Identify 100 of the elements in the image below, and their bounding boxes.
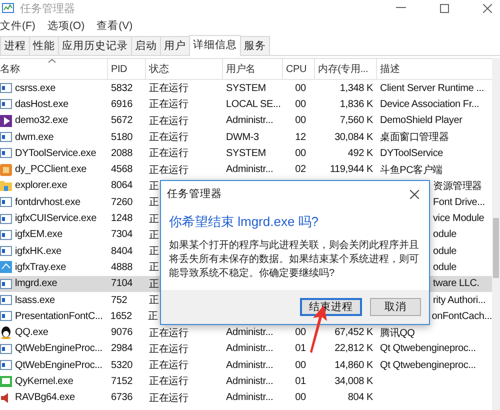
cpu-cell: 00 <box>295 360 306 371</box>
window-title: 任务管理器 <box>20 2 75 16</box>
process-name: QtWebEngineProc... <box>15 360 102 371</box>
process-name: lsass.exe <box>15 294 55 306</box>
process-name: lmgrd.exe <box>15 278 58 290</box>
status-cell-text: 正在运行 <box>149 374 188 388</box>
user-cell: Administr... <box>226 115 274 126</box>
pid-cell: 5832 <box>111 82 132 94</box>
user-cell: SYSTEM <box>226 82 266 94</box>
status-cell-text: 正 <box>149 212 159 226</box>
user-cell: Administr... <box>226 164 274 176</box>
description-cell: odule <box>433 262 456 273</box>
user-cell: Administr... <box>226 376 274 387</box>
process-name: igfxCUIService.exe <box>15 213 96 224</box>
status-cell-text: 正在运行 <box>149 146 188 160</box>
user-cell: DWM-3 <box>226 132 259 143</box>
cpu-cell: 12 <box>295 132 306 143</box>
pid-cell: 7304 <box>111 229 132 240</box>
pid-cell: 8404 <box>111 246 132 257</box>
memory-cell: 1,348 K <box>340 82 373 94</box>
pid-cell: 5180 <box>111 132 132 143</box>
pid-cell: 9076 <box>111 327 132 338</box>
user-cell: Administr... <box>226 343 274 354</box>
status-cell-text: 正在运行 <box>149 326 188 340</box>
process-name: PresentationFontC... <box>15 310 103 322</box>
user-cell: Administr... <box>226 327 274 338</box>
status-cell-text: 正 <box>149 261 159 274</box>
memory-cell: 30,084 K <box>334 132 373 143</box>
status-cell-text: 正 <box>149 180 159 193</box>
description-cell: Device Association Fr... <box>380 98 480 110</box>
process-name: QyKernel.exe <box>15 376 74 387</box>
status-cell-text: 正 <box>149 278 159 291</box>
description-cell: tware LLC. <box>433 278 480 290</box>
description-cell: onFontCach... <box>432 310 492 322</box>
pid-cell: 5672 <box>111 115 132 126</box>
status-cell-text: 正 <box>149 196 159 210</box>
pid-cell: 1248 <box>111 213 132 224</box>
cpu-cell: 00 <box>295 82 306 94</box>
user-cell: Administr... <box>226 360 274 371</box>
cpu-cell: 02 <box>295 164 306 176</box>
status-cell-text: 正在运行 <box>149 98 188 112</box>
status-cell-text: 正 <box>148 310 158 324</box>
cpu-cell: 00 <box>295 148 306 159</box>
dialog-heading: 你希望结束 lmgrd.exe 吗? <box>168 213 320 231</box>
status-cell-text: 正 <box>149 294 159 307</box>
process-name: dasHost.exe <box>15 98 68 110</box>
memory-cell: 67,452 K <box>334 327 373 338</box>
cpu-cell: 00 <box>295 98 306 110</box>
pid-cell: 7260 <box>111 196 132 208</box>
pid-cell: 7152 <box>111 376 132 387</box>
user-cell: Administr... <box>226 392 274 404</box>
status-cell-text: 正在运行 <box>149 342 188 356</box>
process-name: csrss.exe <box>15 82 56 94</box>
memory-cell: 22,812 K <box>334 343 373 354</box>
pid-cell: 4568 <box>111 164 132 176</box>
description-cell: Qt Qtwebengineproc... <box>380 343 476 354</box>
process-name: igfxHK.exe <box>15 246 62 257</box>
pid-cell: 6916 <box>111 98 132 110</box>
process-name: DYToolService.exe <box>15 148 96 159</box>
description-cell: Qt Qtwebengineproc... <box>380 360 476 371</box>
user-cell: LOCAL SE... <box>226 98 281 110</box>
status-cell-text: 正 <box>149 228 159 242</box>
cpu-cell: 01 <box>295 376 306 387</box>
status-cell-text: 正在运行 <box>149 392 188 405</box>
pid-cell: 6736 <box>111 392 132 404</box>
status-cell-text: 正在运行 <box>149 82 188 96</box>
pid-cell: 8064 <box>111 180 132 192</box>
process-name: dwm.exe <box>15 132 54 143</box>
status-cell-text: 正在运行 <box>149 114 188 128</box>
process-name: explorer.exe <box>15 180 68 192</box>
description-cell: odule <box>433 229 456 240</box>
description-cell: rity Authori... <box>433 294 486 306</box>
cpu-cell: 01 <box>295 343 306 354</box>
process-name: QQ.exe <box>15 327 48 338</box>
description-cell-text: 腾讯QQ <box>380 326 415 340</box>
memory-cell: 14,860 K <box>334 360 373 371</box>
description-cell: DemoShield Player <box>380 115 462 126</box>
process-name: igfxEM.exe <box>15 229 62 240</box>
description-cell-text: 斗鱼PC客户端 <box>380 164 442 177</box>
description-cell: odule <box>433 246 456 257</box>
memory-cell: 119,944 K <box>330 164 373 176</box>
cpu-cell: 00 <box>295 327 306 338</box>
description-cell-text: 资源管理器 <box>433 180 482 193</box>
status-cell-text: 正在运行 <box>149 358 188 372</box>
description-cell: DYToolService <box>380 148 443 159</box>
process-name: fontdrvhost.exe <box>15 196 80 208</box>
description-cell: Client Server Runtime ... <box>380 82 484 94</box>
description-cell-text: 桌面窗口管理器 <box>380 130 449 144</box>
pid-cell: 2088 <box>111 148 132 159</box>
memory-cell: 1,836 K <box>340 98 373 110</box>
pid-cell: 752 <box>111 294 128 306</box>
process-name: QtWebEngineProc... <box>15 343 102 354</box>
process-name: RAVBg64.exe <box>15 392 75 404</box>
pid-cell: 1652 <box>110 310 132 322</box>
process-name: demo32.exe <box>15 115 68 126</box>
pid-cell: 5320 <box>111 360 132 371</box>
pid-cell: 4888 <box>111 262 132 273</box>
pid-cell: 7104 <box>111 278 132 290</box>
dialog-title: 任务管理器 <box>167 187 222 201</box>
cpu-cell: 00 <box>295 115 306 126</box>
